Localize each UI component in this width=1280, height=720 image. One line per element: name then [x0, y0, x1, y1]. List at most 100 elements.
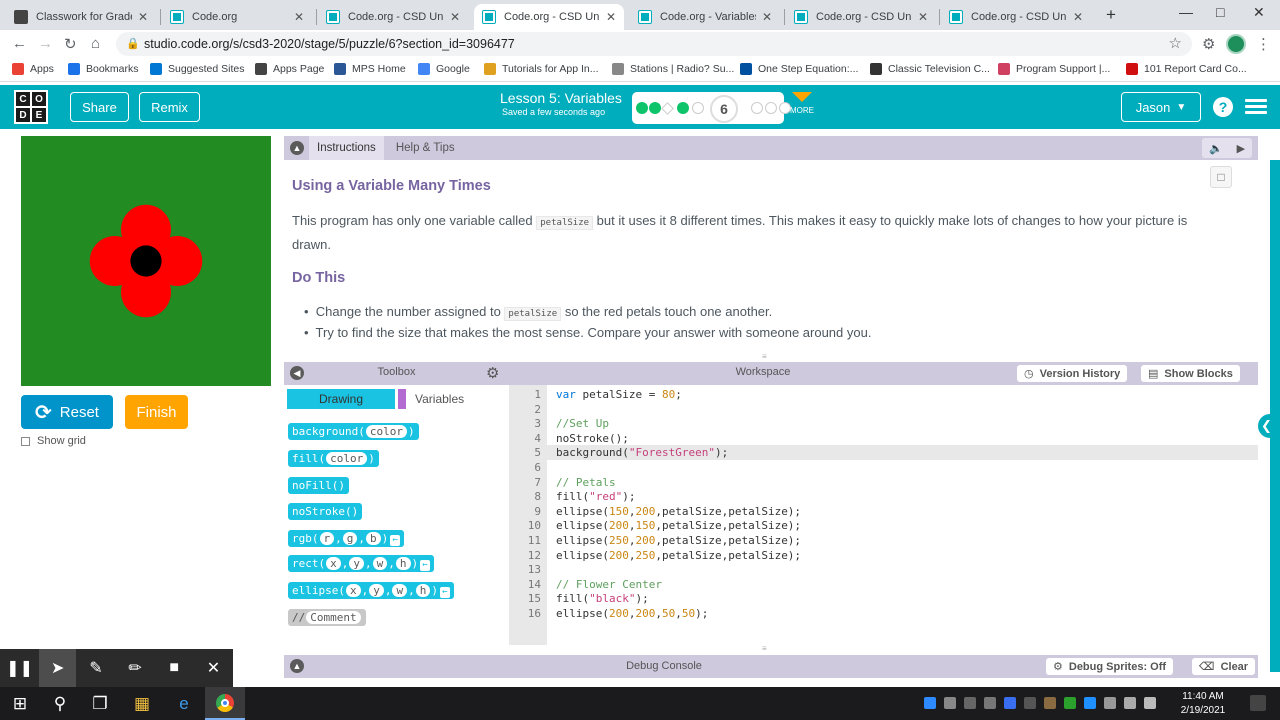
more-levels-button[interactable]: MORE [788, 92, 816, 115]
code-block[interactable]: ellipse(x, y, w, h) ← [288, 582, 454, 599]
code-line[interactable]: ellipse(150,200,petalSize,petalSize); [556, 505, 801, 518]
forward-icon[interactable]: → [38, 35, 53, 52]
code-line[interactable]: //Set Up [556, 417, 609, 430]
version-history-button[interactable]: ◷ Version History [1017, 365, 1128, 382]
camera-icon[interactable]: ■ [155, 649, 194, 687]
notifications-icon[interactable] [1250, 695, 1266, 711]
close-tab-icon[interactable]: ✕ [138, 10, 148, 24]
search-icon[interactable]: ⚲ [40, 687, 80, 720]
code-line[interactable]: background("ForestGreen"); [556, 446, 728, 459]
minimize-icon[interactable]: — [1179, 4, 1193, 20]
new-tab-button[interactable]: + [1106, 5, 1116, 25]
show-grid-checkbox[interactable] [21, 437, 30, 446]
close-icon[interactable]: ✕ [194, 649, 233, 687]
level-done-dot-icon[interactable] [677, 102, 689, 114]
user-menu-button[interactable]: Jason ▼ [1121, 92, 1201, 122]
code-line[interactable]: var petalSize = 80; [556, 388, 682, 401]
volume-icon[interactable] [1124, 697, 1136, 709]
tab-variables[interactable]: Variables [415, 392, 464, 406]
bookmark-item[interactable]: Apps Page [255, 63, 324, 75]
code-line[interactable]: fill("red"); [556, 490, 636, 503]
code-block[interactable]: rect(x, y, w, h) ← [288, 555, 435, 572]
tray-app-icon[interactable] [1084, 697, 1096, 709]
level-empty-dot-icon[interactable] [765, 102, 777, 114]
browser-profile-avatar[interactable] [1226, 34, 1246, 54]
pause-icon[interactable]: ❚❚ [0, 649, 39, 687]
level-diamond-icon[interactable] [661, 102, 674, 115]
bookmark-star-icon[interactable]: ☆ [1169, 32, 1182, 56]
browser-tab[interactable]: Code.org - Variables Pr ✕ [630, 4, 780, 30]
close-tab-icon[interactable]: ✕ [294, 10, 304, 24]
file-explorer-icon[interactable]: ▦ [122, 687, 162, 720]
resize-handle-icon[interactable]: ≡ [762, 352, 767, 361]
browser-tab[interactable]: Code.org - CSD Unit 3 ✕ [941, 4, 1091, 30]
play-icon[interactable]: ▶ [1237, 142, 1245, 155]
code-line[interactable]: // Petals [556, 476, 616, 489]
code-org-logo[interactable]: C O D E [14, 90, 48, 124]
battery-icon[interactable] [1144, 697, 1156, 709]
tray-app-icon[interactable] [924, 697, 936, 709]
code-block[interactable]: background(color) [288, 423, 419, 440]
close-tab-icon[interactable]: ✕ [762, 10, 772, 24]
close-tab-icon[interactable]: ✕ [450, 10, 460, 24]
browser-tab[interactable]: Code.org ✕ [162, 4, 312, 30]
current-level-bubble[interactable]: 6 [710, 95, 738, 123]
close-tab-icon[interactable]: ✕ [1073, 10, 1083, 24]
tray-app-icon[interactable] [1044, 697, 1056, 709]
code-block[interactable]: rgb(r, g, b) ← [288, 530, 405, 547]
share-button[interactable]: Share [70, 92, 129, 122]
url-field[interactable]: 🔒 studio.code.org/s/csd3-2020/stage/5/pu… [116, 32, 1192, 56]
bookmark-item[interactable]: Google [418, 63, 470, 75]
level-empty-dot-icon[interactable] [751, 102, 763, 114]
chrome-icon[interactable] [205, 687, 245, 720]
tray-app-icon[interactable] [984, 697, 996, 709]
browser-tab[interactable]: Classwork for Grade 7 M ✕ [6, 4, 156, 30]
reload-icon[interactable]: ↻ [64, 35, 77, 53]
close-tab-icon[interactable]: ✕ [606, 10, 616, 24]
bookmark-item[interactable]: Stations | Radio? Su... [612, 63, 734, 75]
tray-app-icon[interactable] [1024, 697, 1036, 709]
windows-start-icon[interactable]: ⊞ [0, 687, 40, 720]
finish-button[interactable]: Finish [125, 395, 188, 429]
tray-app-icon[interactable] [964, 697, 976, 709]
bookmark-item[interactable]: One Step Equation:... [740, 63, 858, 75]
show-blocks-button[interactable]: ▤ Show Blocks [1141, 365, 1240, 382]
speaker-icon[interactable]: 🔈 [1209, 142, 1223, 155]
bookmark-item[interactable]: MPS Home [334, 63, 406, 75]
text-to-speech-controls[interactable]: 🔈 ▶ [1202, 138, 1252, 158]
pen-icon[interactable]: ✎ [76, 649, 115, 687]
code-block[interactable]: noStroke() [288, 503, 363, 520]
code-line[interactable]: ellipse(200,250,petalSize,petalSize); [556, 549, 801, 562]
browser-tab[interactable]: Code.org - CSD Unit 3 ✕ [786, 4, 936, 30]
bookmark-item[interactable]: Tutorials for App In... [484, 63, 599, 75]
resize-handle-icon[interactable]: ≡ [762, 644, 767, 653]
remix-button[interactable]: Remix [139, 92, 200, 122]
browser-menu-icon[interactable]: ⋮ [1256, 35, 1271, 53]
edge-icon[interactable]: e [164, 687, 204, 720]
maximize-icon[interactable]: □ [1216, 4, 1224, 20]
code-block[interactable]: noFill() [288, 477, 349, 494]
bookmark-item[interactable]: Apps [12, 63, 54, 75]
tab-instructions[interactable]: Instructions [309, 136, 384, 160]
code-line[interactable]: ellipse(200,150,petalSize,petalSize); [556, 519, 801, 532]
level-empty-dot-icon[interactable] [692, 102, 704, 114]
code-line[interactable]: fill("black"); [556, 592, 649, 605]
reset-button[interactable]: ⟳ Reset [21, 395, 113, 429]
gear-icon[interactable]: ⚙ [486, 364, 499, 382]
highlighter-icon[interactable]: ✏ [116, 649, 155, 687]
home-icon[interactable]: ⌂ [91, 35, 100, 52]
tray-app-icon[interactable] [1064, 697, 1076, 709]
browser-tab[interactable]: Code.org - CSD Unit 3 ✕ [474, 4, 624, 30]
code-line[interactable]: // Flower Center [556, 578, 662, 591]
code-line[interactable]: ellipse(250,200,petalSize,petalSize); [556, 534, 801, 547]
pointer-icon[interactable]: ➤ [39, 649, 77, 687]
browser-tab[interactable]: Code.org - CSD Unit 3 ✕ [318, 4, 468, 30]
back-icon[interactable]: ← [12, 35, 27, 52]
close-tab-icon[interactable]: ✕ [918, 10, 928, 24]
bookmark-item[interactable]: 101 Report Card Co... [1126, 63, 1247, 75]
debug-sprites-button[interactable]: ⚙ Debug Sprites: Off [1046, 658, 1174, 675]
hamburger-menu-icon[interactable] [1245, 99, 1267, 115]
tab-drawing[interactable]: Drawing [287, 389, 395, 409]
bookmark-item[interactable]: Suggested Sites [150, 63, 244, 75]
network-icon[interactable] [1104, 697, 1116, 709]
